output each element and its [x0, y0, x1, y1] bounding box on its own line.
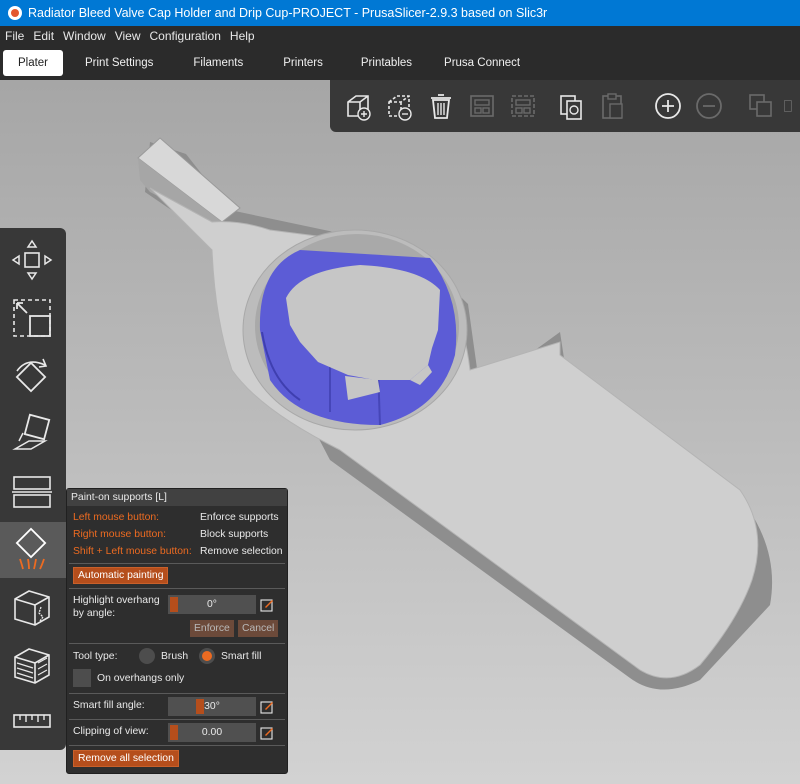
smart-fill-radio[interactable]: Smart fill [199, 648, 261, 664]
divider [69, 643, 285, 644]
divider [69, 588, 285, 589]
tab-filaments[interactable]: Filaments [177, 50, 261, 76]
highlight-overhang-label-2: by angle: [73, 608, 116, 619]
prusaslicer-logo-icon [8, 6, 22, 20]
highlight-overhang-label-1: Highlight overhang [73, 595, 160, 606]
cancel-button[interactable]: Cancel [238, 620, 279, 637]
menu-bar: File Edit Window View Configuration Help [0, 26, 800, 46]
divider [69, 745, 285, 746]
left-mouse-label: Left mouse button: [73, 512, 160, 523]
checkbox-box[interactable] [73, 669, 91, 687]
arrange-icon[interactable] [462, 86, 501, 126]
add-instance-icon[interactable] [648, 86, 687, 126]
highlight-overhang-slider[interactable]: 0° [168, 595, 256, 614]
shift-mouse-value: Remove selection [200, 546, 283, 557]
smart-fill-angle-label: Smart fill angle: [73, 700, 145, 711]
measure-icon[interactable] [4, 694, 60, 750]
add-object-icon[interactable] [338, 86, 377, 126]
title-bar: Radiator Bleed Valve Cap Holder and Drip… [0, 0, 800, 26]
cut-icon[interactable] [4, 464, 60, 520]
menu-file[interactable]: File [4, 29, 30, 43]
on-overhangs-label: On overhangs only [97, 672, 185, 684]
3d-viewport[interactable]: Paint-on supports [L] Left mouse button:… [0, 80, 800, 784]
copy-icon[interactable] [551, 86, 590, 126]
smart-fill-angle-slider[interactable]: 30° [168, 697, 256, 716]
menu-edit[interactable]: Edit [32, 29, 60, 43]
slider-handle[interactable] [170, 725, 178, 740]
divider [69, 563, 285, 564]
divider [69, 693, 285, 694]
brush-label: Brush [161, 650, 189, 662]
edit-icon[interactable] [260, 598, 274, 612]
arrange-selection-icon[interactable] [504, 86, 543, 126]
remove-instance-icon[interactable] [689, 86, 728, 126]
edit-icon[interactable] [260, 726, 274, 740]
right-mouse-value: Block supports [200, 529, 269, 540]
smart-fill-radio-circle[interactable] [199, 648, 215, 664]
split-parts-icon[interactable] [782, 86, 798, 126]
tool-type-label: Tool type: [73, 651, 118, 662]
brush-radio-circle[interactable] [139, 648, 155, 664]
top-toolbar [330, 80, 800, 132]
brush-radio[interactable]: Brush [139, 648, 188, 664]
scale-icon[interactable] [4, 290, 60, 346]
slider-handle[interactable] [196, 699, 204, 714]
left-mouse-value: Enforce supports [200, 512, 279, 523]
slider-handle[interactable] [170, 597, 178, 612]
tab-bar: Plater Print Settings Filaments Printers… [0, 46, 800, 80]
tab-printables[interactable]: Printables [351, 50, 428, 76]
clipping-of-view-value: 0.00 [201, 727, 223, 738]
clipping-of-view-slider[interactable]: 0.00 [168, 723, 256, 742]
delete-icon[interactable] [379, 86, 418, 126]
left-gizmo-toolbar [0, 228, 66, 750]
enforce-button[interactable]: Enforce [190, 620, 234, 637]
seam-painting-icon[interactable] [4, 580, 60, 636]
on-overhangs-checkbox[interactable]: On overhangs only [73, 669, 184, 687]
tab-plater[interactable]: Plater [3, 50, 63, 76]
tab-print-settings[interactable]: Print Settings [69, 50, 171, 76]
clipping-of-view-label: Clipping of view: [73, 726, 149, 737]
menu-view[interactable]: View [114, 29, 147, 43]
tab-printers[interactable]: Printers [267, 50, 345, 76]
menu-window[interactable]: Window [62, 29, 112, 43]
menu-help[interactable]: Help [229, 29, 261, 43]
highlight-overhang-value: 0° [207, 599, 217, 610]
menu-configuration[interactable]: Configuration [149, 29, 227, 43]
tab-prusa-connect[interactable]: Prusa Connect [434, 50, 530, 76]
place-on-face-icon[interactable] [4, 406, 60, 462]
rotate-icon[interactable] [4, 348, 60, 404]
edit-icon[interactable] [260, 700, 274, 714]
divider [69, 719, 285, 720]
multimaterial-painting-icon[interactable] [4, 638, 60, 694]
paint-supports-panel: Paint-on supports [L] Left mouse button:… [66, 488, 288, 774]
window-title: Radiator Bleed Valve Cap Holder and Drip… [28, 6, 548, 20]
delete-all-icon[interactable] [421, 86, 460, 126]
shift-mouse-label: Shift + Left mouse button: [73, 546, 192, 557]
paint-supports-icon[interactable] [0, 522, 66, 578]
move-icon[interactable] [4, 232, 60, 288]
automatic-painting-button[interactable]: Automatic painting [73, 567, 169, 584]
remove-all-selection-button[interactable]: Remove all selection [73, 750, 179, 767]
panel-title: Paint-on supports [L] [67, 489, 287, 506]
paste-icon[interactable] [593, 86, 632, 126]
smart-fill-label: Smart fill [221, 650, 262, 662]
split-objects-icon[interactable] [741, 86, 780, 126]
right-mouse-label: Right mouse button: [73, 529, 166, 540]
smart-fill-angle-value: 30° [204, 701, 220, 712]
